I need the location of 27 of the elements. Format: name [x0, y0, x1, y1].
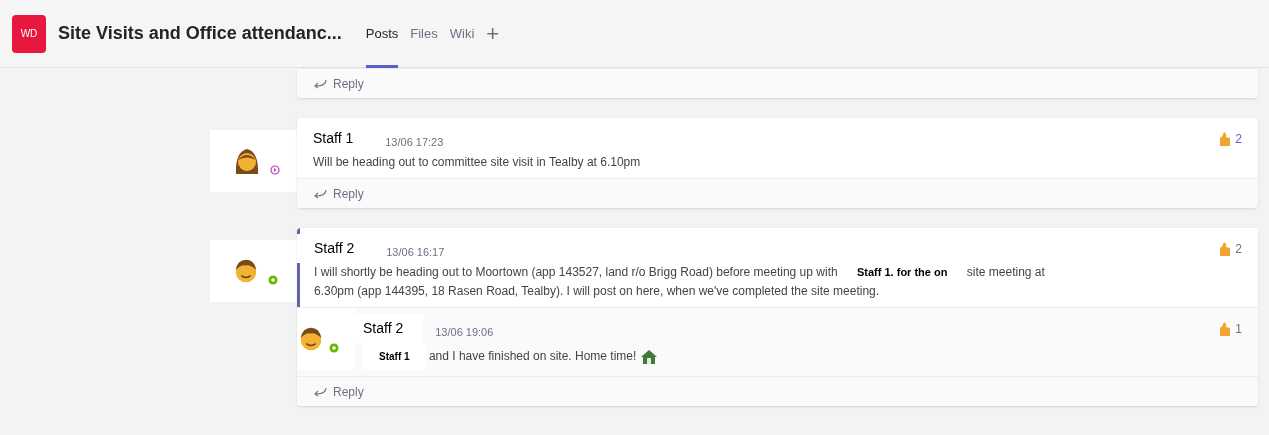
thumbs-up-icon [1219, 320, 1232, 337]
reaction-count[interactable]: 2 [1235, 240, 1242, 257]
reply-button[interactable]: Reply [297, 376, 1258, 406]
message-time: 13/06 17:23 [385, 135, 444, 151]
message-text: Will be heading out to committee site visit in Tealby at 6.10pm [313, 155, 641, 169]
reply-arrow-icon [313, 78, 327, 89]
channel-title: Site Visits and Office attendanc... [58, 22, 342, 45]
message-time: 13/06 16:17 [386, 245, 445, 261]
tab[interactable]: Wiki [449, 0, 475, 68]
thumbs-up-icon [1219, 240, 1232, 257]
add-tab-button[interactable]: + [486, 17, 500, 50]
team-logo: WD [12, 14, 46, 53]
reaction-count[interactable]: 2 [1235, 130, 1242, 147]
reply-button[interactable]: Reply [297, 178, 1258, 208]
mention-label: Staff 1 [363, 343, 426, 370]
message-text: I will shortly be heading out to Moortown (app 143527, land r/o Brigg Road) before meeting up with [314, 265, 838, 279]
reply-button[interactable]: Reply [297, 68, 1258, 98]
thumbs-up-icon [1219, 130, 1232, 147]
reply-arrow-icon [313, 188, 327, 199]
message-text: 6.30pm (app 144395, 18 Rasen Road, Tealby). I will post on here, when we've completed the site meeting. [314, 283, 881, 300]
message-text: and I have finished on site. Home time! [428, 349, 637, 363]
house-icon [639, 347, 658, 366]
tab[interactable]: Files [410, 0, 438, 68]
reply-arrow-icon [313, 386, 327, 397]
reaction-count[interactable]: 1 [1235, 320, 1242, 337]
message-time: 13/06 19:06 [435, 325, 494, 341]
message-text: site meeting at [966, 265, 1045, 279]
